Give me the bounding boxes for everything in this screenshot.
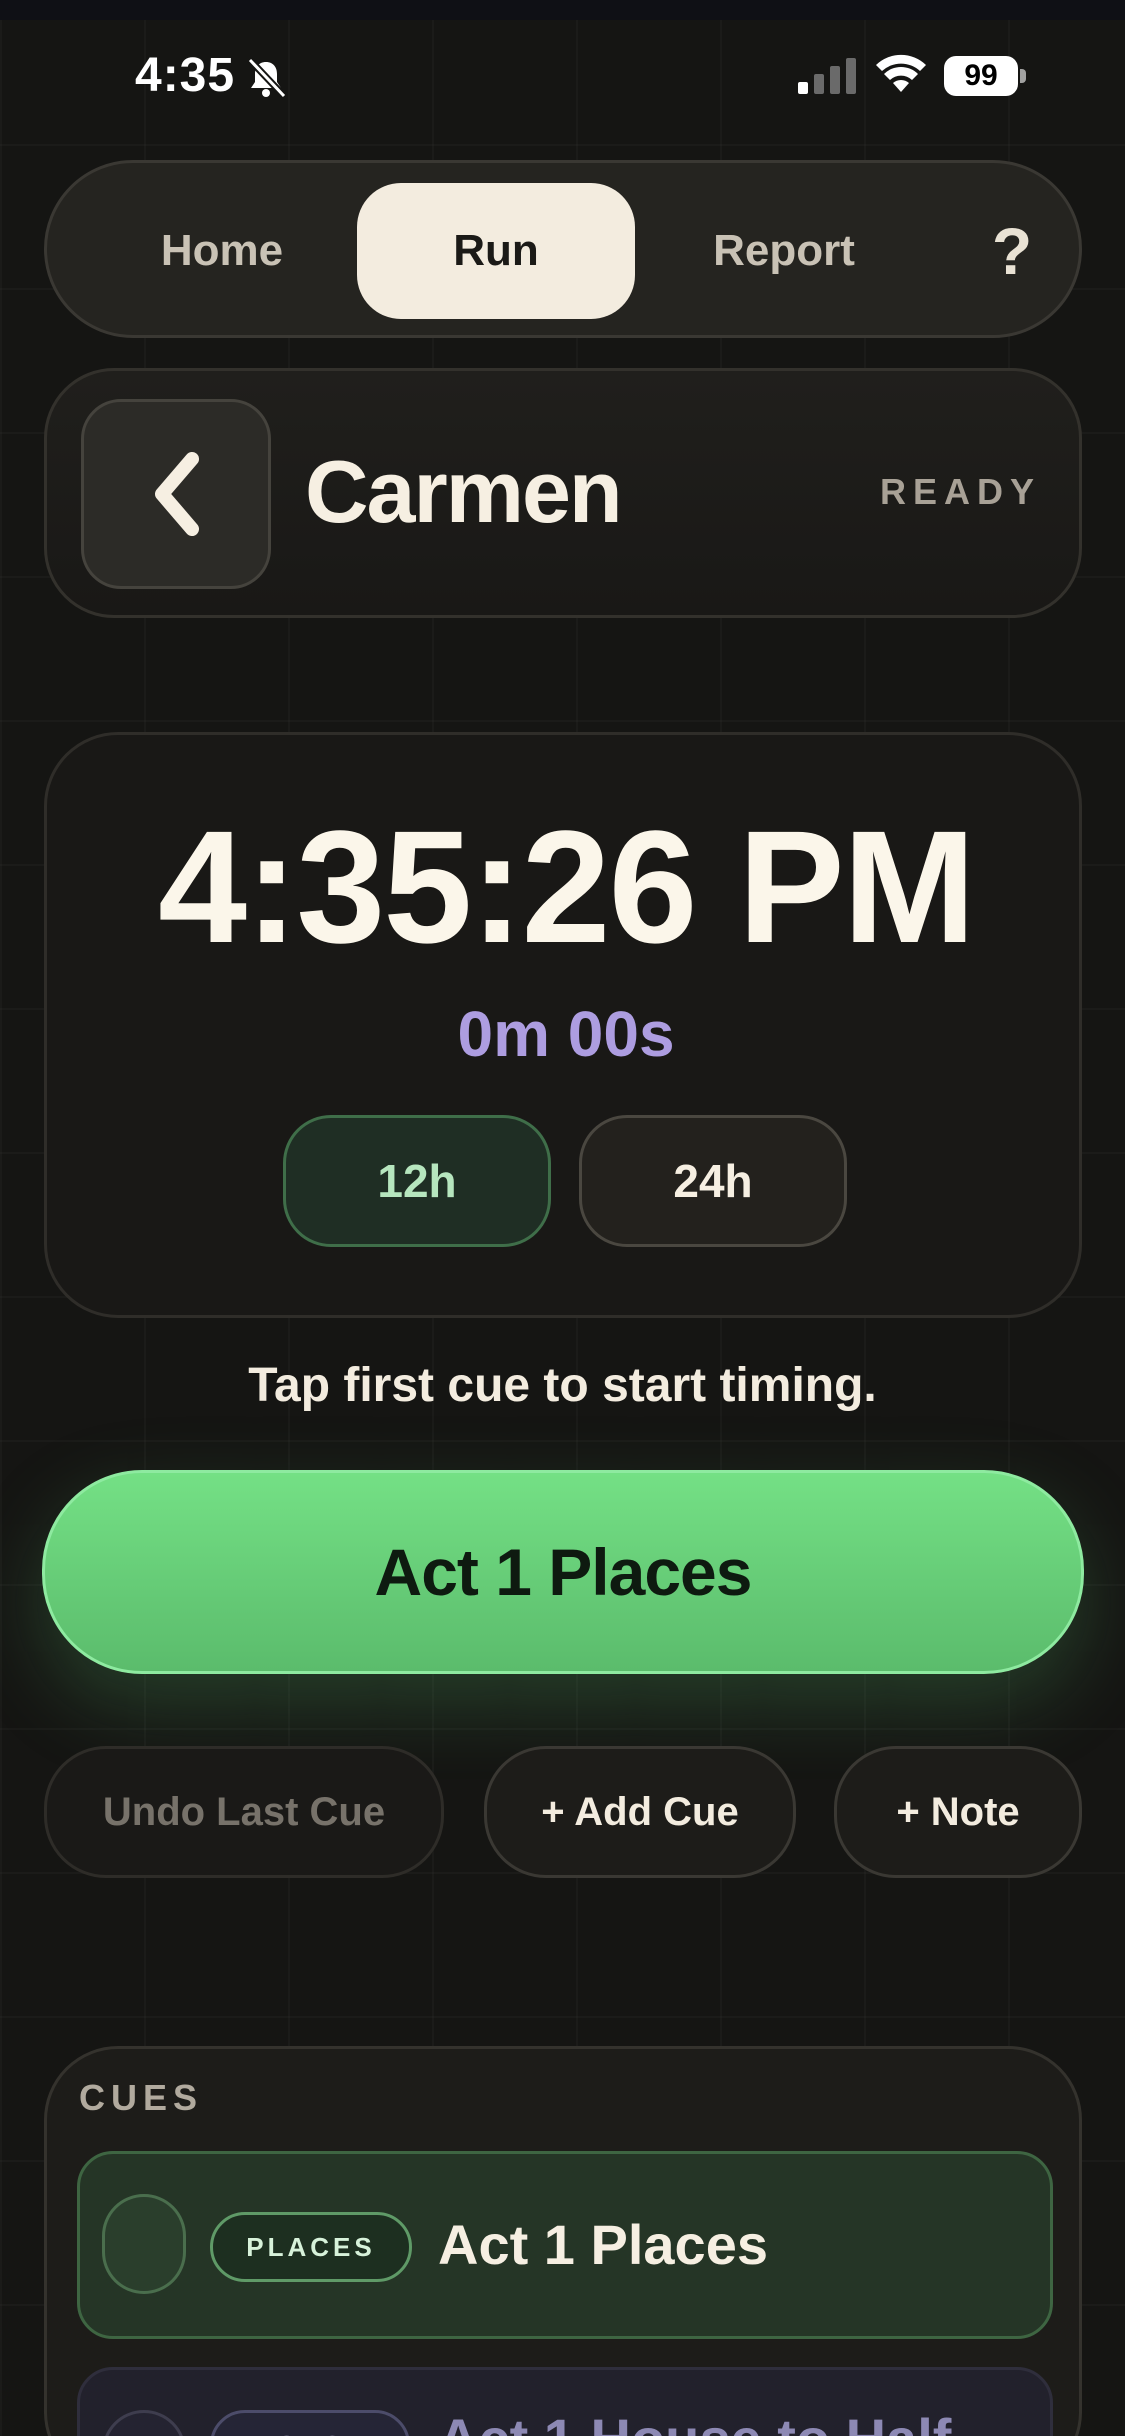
wifi-icon bbox=[876, 54, 926, 92]
battery-level: 99 bbox=[944, 56, 1018, 96]
battery-indicator: 99 bbox=[944, 56, 1026, 96]
clock-card: 4:35:26 PM 0m 00s 12h 24h bbox=[44, 732, 1082, 1318]
tab-home[interactable]: Home bbox=[97, 183, 347, 319]
cues-panel: CUES PLACES Act 1 Places HOUSE Act 1 Hou… bbox=[44, 2046, 1082, 2436]
clock-time: 4:35:26 PM bbox=[158, 797, 976, 976]
battery-tip bbox=[1020, 69, 1026, 83]
cue-row[interactable]: HOUSE Act 1 House to Half bbox=[77, 2367, 1053, 2436]
tab-report[interactable]: Report bbox=[645, 183, 923, 319]
cue-row[interactable]: PLACES Act 1 Places bbox=[77, 2151, 1053, 2339]
add-cue-button[interactable]: + Add Cue bbox=[484, 1746, 796, 1878]
go-cue-label: Act 1 Places bbox=[374, 1535, 753, 1609]
cellular-signal-icon bbox=[798, 58, 856, 94]
show-title: Carmen bbox=[305, 442, 623, 541]
elapsed-time: 0m 00s bbox=[457, 998, 675, 1070]
chevron-left-icon bbox=[155, 452, 199, 536]
cue-checkbox[interactable] bbox=[102, 2194, 186, 2294]
back-button[interactable] bbox=[81, 399, 271, 589]
show-header: Carmen READY bbox=[44, 368, 1082, 618]
cue-type-badge: PLACES bbox=[210, 2212, 412, 2282]
cue-checkbox[interactable] bbox=[102, 2410, 186, 2436]
cues-heading: CUES bbox=[79, 2077, 204, 2118]
format-24h-button[interactable]: 24h bbox=[579, 1115, 847, 1247]
bell-muted-icon bbox=[247, 57, 287, 99]
start-hint: Tap first cue to start timing. bbox=[248, 1359, 877, 1412]
show-status-label: READY bbox=[879, 471, 1041, 512]
status-bar-time: 4:35 bbox=[135, 49, 236, 102]
main-nav: Home Run Report ? bbox=[44, 160, 1082, 338]
go-cue-button[interactable]: Act 1 Places bbox=[42, 1470, 1084, 1674]
cue-title: Act 1 Places bbox=[438, 2213, 768, 2276]
help-button[interactable]: ? bbox=[967, 183, 1057, 319]
tab-run[interactable]: Run bbox=[357, 183, 635, 319]
undo-last-cue-button[interactable]: Undo Last Cue bbox=[44, 1746, 444, 1878]
add-note-button[interactable]: + Note bbox=[834, 1746, 1082, 1878]
cue-title: Act 1 House to Half bbox=[438, 2406, 951, 2436]
format-12h-button[interactable]: 12h bbox=[283, 1115, 551, 1247]
top-edge bbox=[0, 0, 1125, 20]
cue-type-badge: HOUSE bbox=[210, 2410, 410, 2436]
